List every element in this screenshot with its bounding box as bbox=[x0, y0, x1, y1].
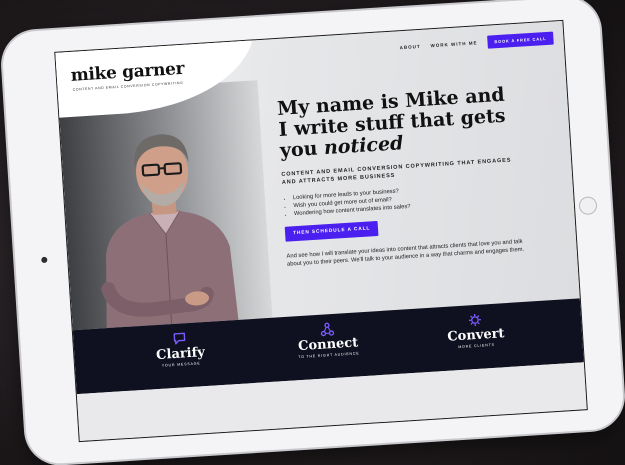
nav-work-with-me[interactable]: WORK WITH ME bbox=[430, 40, 477, 48]
schedule-call-button[interactable]: THEN SCHEDULE A CALL bbox=[285, 221, 379, 242]
hero-headline: My name is Mike and I write stuff that g… bbox=[277, 81, 560, 161]
nav-about[interactable]: ABOUT bbox=[399, 44, 420, 50]
hero-subhead: CONTENT AND EMAIL CONVERSION COPYWRITING… bbox=[281, 157, 521, 187]
headline-line-3-prefix: you bbox=[279, 137, 324, 162]
hero-bullet-list: Looking for more leads to your business?… bbox=[283, 187, 411, 219]
web-page: mike garner CONTENT AND EMAIL CONVERSION… bbox=[54, 20, 588, 442]
top-nav: ABOUT WORK WITH ME BOOK A FREE CALL bbox=[399, 32, 554, 55]
gear-icon bbox=[468, 313, 483, 328]
pillar-convert: Convert MORE CLIENTS bbox=[415, 309, 537, 351]
pillar-clarify: Clarify YOUR MESSAGE bbox=[119, 328, 241, 370]
portrait-photo bbox=[83, 106, 246, 329]
home-button[interactable] bbox=[578, 196, 597, 215]
headline-emphasis: noticed bbox=[323, 132, 404, 159]
chat-bubble-icon bbox=[172, 331, 187, 346]
camera bbox=[41, 257, 47, 263]
network-icon bbox=[320, 322, 335, 337]
pillar-connect: Connect TO THE RIGHT AUDIENCE bbox=[267, 319, 389, 361]
book-call-button[interactable]: BOOK A FREE CALL bbox=[487, 32, 554, 49]
hero-section: mike garner CONTENT AND EMAIL CONVERSION… bbox=[55, 21, 579, 330]
tablet-frame: mike garner CONTENT AND EMAIL CONVERSION… bbox=[1, 0, 625, 465]
hero-paragraph: And see how I will translate your ideas … bbox=[286, 237, 537, 269]
